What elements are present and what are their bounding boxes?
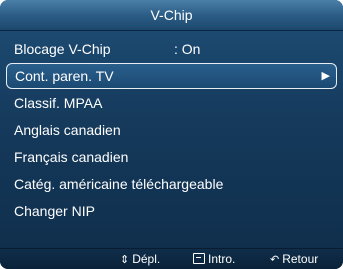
- enter-icon: [193, 253, 205, 264]
- menu-item-vchip-lock[interactable]: Blocage V-Chip : On: [6, 36, 337, 62]
- hint-enter: Intro.: [193, 249, 235, 269]
- hint-return: ↶ Retour: [270, 249, 318, 269]
- menu-item-tv-parental-guidelines[interactable]: Cont. paren. TV ▶: [6, 63, 337, 89]
- page-title: V-Chip: [150, 7, 193, 23]
- menu-item-label: Changer NIP: [14, 203, 95, 219]
- menu-item-mpaa-rating[interactable]: Classif. MPAA: [6, 90, 337, 116]
- menu-item-label: Blocage V-Chip: [14, 41, 111, 57]
- menu-item-value: : On: [174, 41, 201, 57]
- menu-item-canadian-english[interactable]: Anglais canadien: [6, 117, 337, 143]
- hint-return-label: Retour: [282, 252, 319, 266]
- hint-enter-label: Intro.: [208, 252, 236, 266]
- menu-item-canadian-french[interactable]: Français canadien: [6, 144, 337, 170]
- vchip-menu-panel: V-Chip Blocage V-Chip : On Cont. paren. …: [0, 0, 343, 269]
- menu-item-downloadable-us-rating[interactable]: Catég. américaine téléchargeable: [6, 171, 337, 197]
- up-down-arrows-icon: ⇕: [120, 254, 130, 266]
- menu-item-change-pin[interactable]: Changer NIP: [6, 198, 337, 224]
- hint-move-label: Dépl.: [132, 252, 161, 266]
- menu-item-label: Catég. américaine téléchargeable: [14, 176, 224, 192]
- title-bar: V-Chip: [0, 0, 343, 31]
- tv-screen: V-Chip Blocage V-Chip : On Cont. paren. …: [0, 0, 343, 269]
- menu-item-label: Anglais canadien: [14, 122, 121, 138]
- hint-move: ⇕ Dépl.: [120, 249, 160, 269]
- vchip-menu: Blocage V-Chip : On Cont. paren. TV ▶ Cl…: [6, 36, 337, 225]
- chevron-right-icon: ▶: [321, 70, 330, 82]
- return-icon: ↶: [270, 254, 280, 266]
- menu-item-label: Cont. paren. TV: [15, 68, 114, 84]
- footer-hint-bar: ⇕ Dépl. Intro. ↶ Retour: [0, 248, 343, 269]
- menu-item-label: Français canadien: [14, 149, 129, 165]
- menu-item-label: Classif. MPAA: [14, 95, 103, 111]
